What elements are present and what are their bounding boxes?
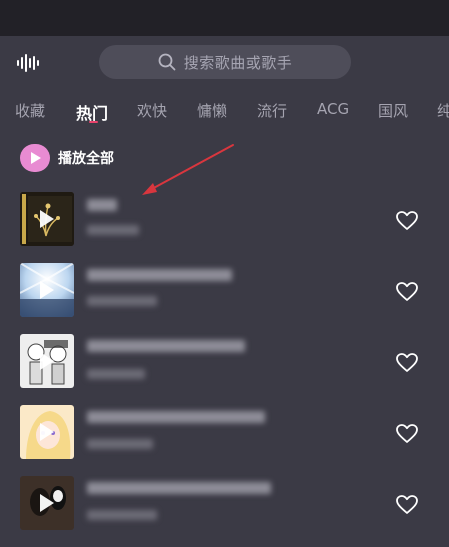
cover-play-icon [40,352,54,370]
song-cover[interactable] [20,263,74,317]
cover-play-icon [40,281,54,299]
tab-cheerful[interactable]: 欢快 [137,100,167,121]
play-all-label: 播放全部 [58,151,114,167]
play-icon [31,152,41,164]
song-artist [87,296,157,306]
song-title [87,482,271,494]
tab-chinese-style[interactable]: 国风 [378,100,408,121]
song-artist [87,225,139,235]
heart-icon[interactable] [396,495,418,515]
voice-icon[interactable] [16,54,40,72]
song-title [87,269,232,281]
song-cover[interactable] [20,334,74,388]
status-bar [0,0,449,36]
tab-lazy[interactable]: 慵懒 [197,100,227,121]
song-row[interactable] [0,405,449,476]
search-icon [158,53,176,71]
search-input[interactable]: 搜索歌曲或歌手 [99,45,351,79]
header: 搜索歌曲或歌手 [0,36,449,90]
play-all-button[interactable]: 播放全部 [20,144,114,172]
song-cover[interactable] [20,192,74,246]
tab-acg[interactable]: ACG [317,100,349,118]
search-placeholder: 搜索歌曲或歌手 [183,53,293,72]
cover-play-icon [40,210,54,228]
song-cover[interactable] [20,476,74,530]
song-cover[interactable] [20,405,74,459]
tab-pop[interactable]: 流行 [257,100,287,121]
category-tabs: 收藏 热门 欢快 慵懒 流行 ACG 国风 纯 [0,96,449,126]
play-all-icon [20,144,50,172]
song-artist [87,439,153,449]
heart-icon[interactable] [396,282,418,302]
song-row[interactable] [0,476,449,547]
cover-play-icon [40,494,54,512]
cover-play-icon [40,423,54,441]
heart-icon[interactable] [396,353,418,373]
song-row[interactable] [0,334,449,405]
song-title [87,199,117,211]
song-artist [87,510,157,520]
song-artist [87,369,145,379]
song-row[interactable] [0,192,449,263]
song-row[interactable] [0,263,449,334]
tab-pure[interactable]: 纯 [437,100,449,121]
tab-favorites[interactable]: 收藏 [15,100,45,121]
heart-icon[interactable] [396,211,418,231]
active-tab-indicator [89,121,98,123]
song-title [87,340,245,352]
heart-icon[interactable] [396,424,418,444]
song-title [87,411,265,423]
